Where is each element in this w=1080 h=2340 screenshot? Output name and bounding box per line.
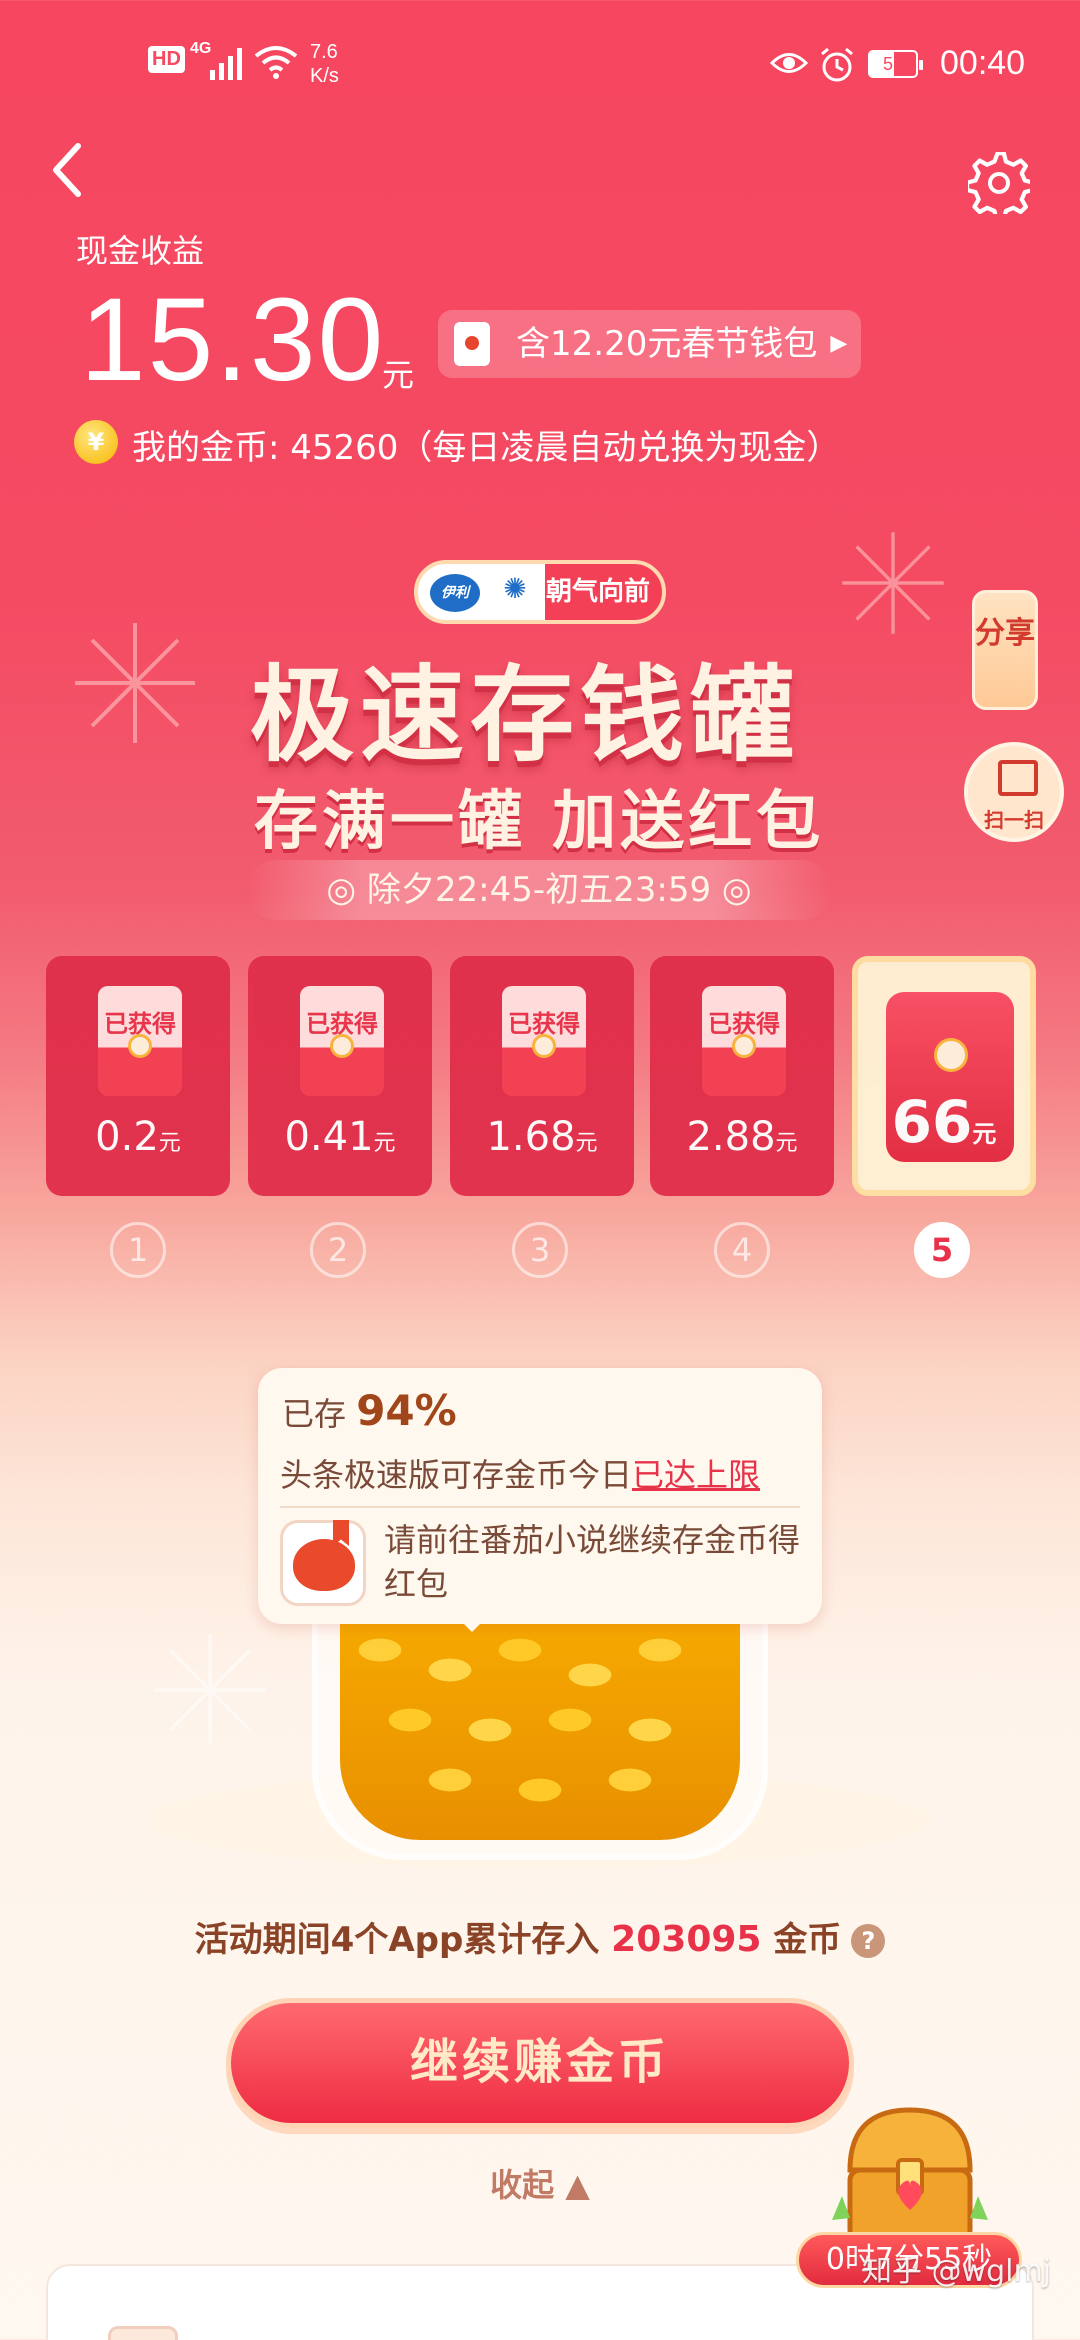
- red-envelope-icon: 已获得: [300, 986, 384, 1096]
- signal-icon: [210, 48, 242, 80]
- help-icon[interactable]: ?: [851, 1924, 886, 1958]
- status-bar: HD 4G 7.6 K/s 52 00:40: [0, 40, 1080, 90]
- eye-icon: [770, 53, 808, 73]
- hd-badge: HD: [148, 46, 185, 73]
- alarm-icon: [821, 47, 853, 82]
- continue-earning-button[interactable]: 继续赚金币: [226, 1998, 854, 2128]
- back-arrow-icon[interactable]: [48, 140, 88, 200]
- step-number: 3: [512, 1222, 568, 1278]
- tomato-novel-app-icon[interactable]: [280, 1520, 366, 1606]
- my-coins-text: 我的金币: 45260（每日凌晨自动兑换为现金）: [132, 428, 841, 468]
- reward-card[interactable]: 已获得 1.68元: [450, 956, 634, 1196]
- total-deposit-text: 活动期间4个App累计存入 203095 金币?: [0, 1912, 1080, 1961]
- reward-card[interactable]: 已获得 2.88元: [650, 956, 834, 1196]
- gold-coin-icon: ¥: [74, 420, 118, 464]
- saving-status-popup: 已存 94% 头条极速版可存金币今日已达上限 请前往番茄小说继续存金币得红包: [258, 1368, 822, 1632]
- red-envelope-icon: 已获得: [502, 986, 586, 1096]
- divider: [280, 1506, 800, 1508]
- scan-icon: [998, 760, 1038, 796]
- red-envelope-icon: [454, 322, 490, 366]
- step-number: 2: [310, 1222, 366, 1278]
- chevron-right-icon: ▶: [830, 331, 848, 356]
- limit-reached-link[interactable]: 已达上限: [632, 1456, 760, 1494]
- firework-decoration-icon: [75, 623, 195, 743]
- tomato-novel-hint[interactable]: 请前往番茄小说继续存金币得红包: [384, 1518, 804, 1606]
- saved-percent: 94%: [356, 1386, 457, 1435]
- coin-pile-image: [340, 1620, 740, 1840]
- cash-unit: 元: [382, 356, 415, 394]
- reward-card[interactable]: 已获得 0.2元: [46, 956, 230, 1196]
- event-subtitle: 存满一罐 加送红包: [254, 785, 825, 859]
- wifi-icon: [254, 46, 298, 79]
- sponsor-badge: 伊利 ✺ 朝气向前: [414, 560, 666, 624]
- task-icon: [108, 2326, 178, 2340]
- event-period: ◎ 除夕22:45-初五23:59 ◎: [246, 860, 832, 920]
- network-type: 4G: [190, 40, 212, 57]
- olympic-emblem-icon: ✺: [503, 572, 527, 605]
- reward-card[interactable]: 已获得 0.41元: [248, 956, 432, 1196]
- scan-button[interactable]: 扫一扫: [964, 742, 1064, 842]
- battery-indicator: 52: [868, 50, 923, 78]
- share-button[interactable]: 分享: [972, 590, 1038, 710]
- reward-card-final[interactable]: 66元: [852, 956, 1036, 1196]
- net-speed: 7.6 K/s: [310, 41, 339, 87]
- clock: 00:40: [940, 44, 1026, 82]
- watermark: 知乎 @wglmj: [862, 2254, 1052, 2289]
- treasure-chest-icon[interactable]: [820, 2100, 1000, 2250]
- step-number-active: 5: [914, 1222, 970, 1278]
- step-number: 4: [714, 1222, 770, 1278]
- event-title: 极速存钱罐: [250, 654, 801, 776]
- step-number: 1: [110, 1222, 166, 1278]
- firework-decoration-icon: [842, 532, 944, 634]
- red-envelope-icon: 已获得: [702, 986, 786, 1096]
- firework-decoration-icon: [154, 1634, 266, 1746]
- red-envelope-icon: 已获得: [98, 986, 182, 1096]
- settings-gear-icon[interactable]: [968, 152, 1030, 214]
- cash-amount: 15.30: [80, 274, 386, 406]
- yili-logo-icon: 伊利: [430, 574, 480, 612]
- spring-festival-wallet-badge[interactable]: 含12.20元春节钱包 ▶: [438, 310, 862, 378]
- cash-earnings-label: 现金收益: [76, 232, 205, 270]
